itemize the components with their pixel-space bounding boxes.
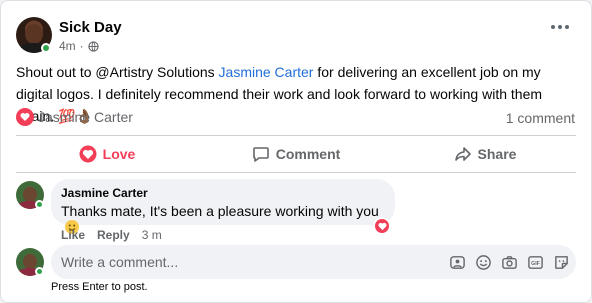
emoji-icon[interactable] [474, 253, 492, 271]
post-text-prefix: Shout out to @Artistry Solutions [16, 64, 219, 80]
mention-link[interactable]: Jasmine Carter [219, 64, 314, 80]
comment-like-button[interactable]: Like [61, 228, 85, 242]
share-button[interactable]: Share [390, 137, 580, 171]
share-icon [454, 147, 471, 161]
comment-actions: Like Reply 3 m [61, 228, 162, 242]
comment-author[interactable]: Jasmine Carter [61, 186, 148, 200]
avatar-sticker-icon[interactable] [448, 253, 466, 271]
svg-text:GIF: GIF [531, 260, 540, 266]
post-meta: 4m · [59, 39, 99, 53]
comment-icon [252, 147, 269, 162]
composer-tools: GIF [448, 253, 570, 271]
camera-icon[interactable] [500, 253, 518, 271]
online-status-indicator [35, 267, 44, 276]
comment-label: Comment [275, 146, 341, 162]
divider [16, 172, 576, 173]
comment-bubble: Jasmine Carter Thanks mate, It's been a … [51, 179, 395, 234]
sticker-icon[interactable] [552, 253, 570, 271]
comment-time[interactable]: 3 m [142, 228, 162, 242]
online-status-indicator [35, 200, 44, 209]
reactions-summary[interactable]: Jasmine Carter [16, 108, 133, 126]
reactor-name: Jasmine Carter [38, 109, 133, 125]
heart-icon[interactable] [373, 217, 391, 235]
post-author-name[interactable]: Sick Day [59, 19, 122, 36]
love-label: Love [102, 146, 136, 162]
heart-icon [79, 145, 97, 163]
comment-input[interactable] [61, 245, 441, 279]
globe-icon [87, 40, 99, 52]
heart-icon [16, 108, 34, 126]
share-label: Share [477, 146, 517, 162]
gif-icon[interactable]: GIF [526, 253, 544, 271]
post-time[interactable]: 4m [59, 39, 76, 53]
comment-reply-button[interactable]: Reply [97, 228, 130, 242]
composer-hint: Press Enter to post. [51, 281, 148, 293]
post-card: Sick Day 4m · Shout out to @Artistry Sol… [0, 0, 592, 303]
more-options-icon[interactable] [551, 25, 569, 29]
divider [16, 135, 576, 136]
comment-composer: GIF [51, 245, 576, 279]
comment-button[interactable]: Comment [201, 137, 391, 171]
comment-text: Thanks mate, It's been a pleasure workin… [61, 203, 379, 219]
comment-count[interactable]: 1 comment [506, 110, 575, 126]
online-status-indicator [41, 43, 51, 53]
love-button[interactable]: Love [12, 137, 202, 171]
